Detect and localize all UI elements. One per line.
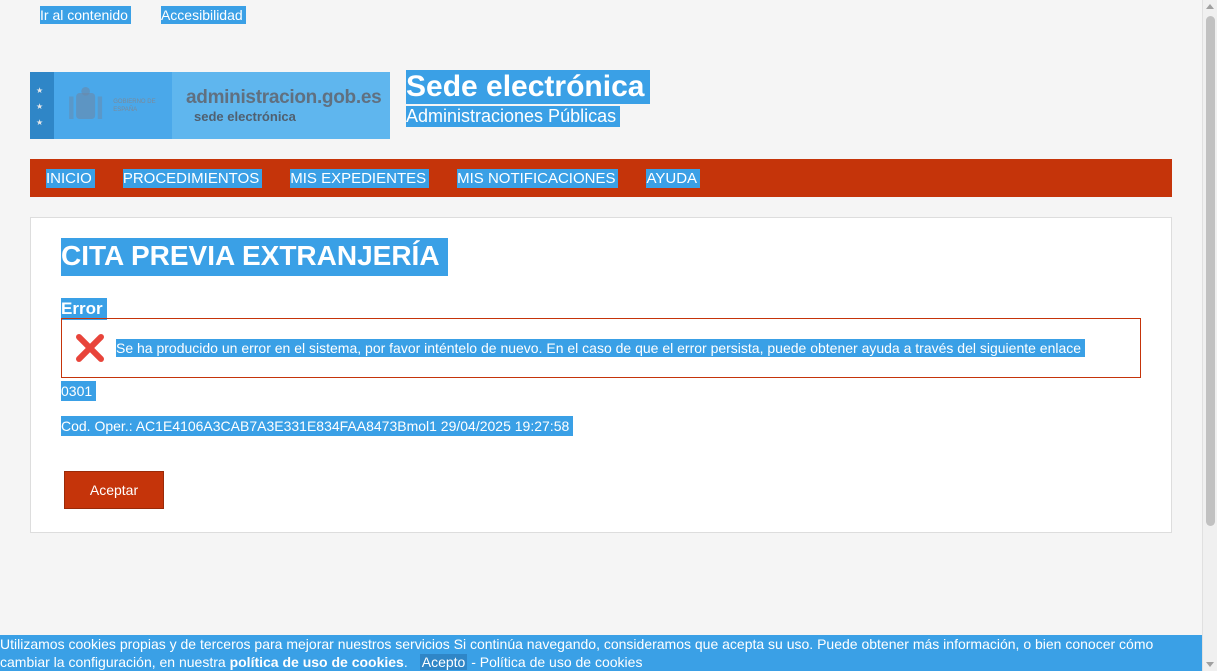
main-nav: INICIO PROCEDIMIENTOS MIS EXPEDIENTES MI… [30,159,1172,197]
cookie-period: . [403,654,408,670]
accessibility-link[interactable]: Accesibilidad [160,6,246,24]
content-panel: CITA PREVIA EXTRANJERÍA Error Se ha prod… [30,217,1172,533]
nav-item-inicio[interactable]: INICIO [46,168,95,188]
error-box: Se ha producido un error en el sistema, … [61,318,1141,378]
scroll-down-icon[interactable] [1206,662,1214,667]
cookie-policy-link[interactable]: Política de uso de cookies [480,654,643,670]
eu-flag-icon: ★ ★ ★ [30,72,54,139]
vertical-scrollbar[interactable] [1202,0,1217,671]
scroll-up-icon[interactable] [1206,4,1214,9]
admin-logo-subtext: sede electrónica [194,109,296,124]
error-label: Error [61,298,107,320]
error-message: Se ha producido un error en el sistema, … [116,339,1086,357]
nav-item-mis-notificaciones[interactable]: MIS NOTIFICACIONES [457,168,619,188]
site-header: ★ ★ ★ GOBIERNO DE ESPAÑA administracion.go… [30,70,651,139]
cookie-accept-link[interactable]: Acepto [419,654,468,670]
nav-item-mis-expedientes[interactable]: MIS EXPEDIENTES [290,168,430,188]
nav-item-ayuda[interactable]: AYUDA [646,168,701,188]
skip-links: Ir al contenido Accesibilidad [40,6,246,24]
cookie-policy-bold: política de uso de cookies [229,654,404,670]
nav-item-procedimientos[interactable]: PROCEDIMIENTOS [122,168,263,188]
site-subtitle: Administraciones Públicas [406,106,621,127]
cookie-banner: Utilizamos cookies propias y de terceros… [0,635,1202,671]
skip-to-content-link[interactable]: Ir al contenido [40,6,131,24]
scrollbar-thumb[interactable] [1206,16,1215,526]
site-logo[interactable]: ★ ★ ★ GOBIERNO DE ESPAÑA administracion.go… [30,72,390,139]
coat-of-arms-icon: GOBIERNO DE ESPAÑA [54,72,172,139]
site-title[interactable]: Sede electrónica [406,70,651,104]
site-titles: Sede electrónica Administraciones Públic… [406,70,651,139]
operation-code: Cod. Oper.: AC1E4106A3CAB7A3E331E834FAA8… [61,416,574,436]
gov-logo-text: GOBIERNO DE ESPAÑA [113,98,156,113]
admin-logo: administracion.gob.es sede electrónica [172,72,390,139]
error-x-icon [76,334,104,362]
page-title: CITA PREVIA EXTRANJERÍA [61,238,448,276]
error-code: 0301 [61,381,97,401]
admin-logo-text: administracion.gob.es [186,87,382,108]
accept-button[interactable]: Aceptar [64,471,164,509]
cookie-separator: - [467,654,480,670]
